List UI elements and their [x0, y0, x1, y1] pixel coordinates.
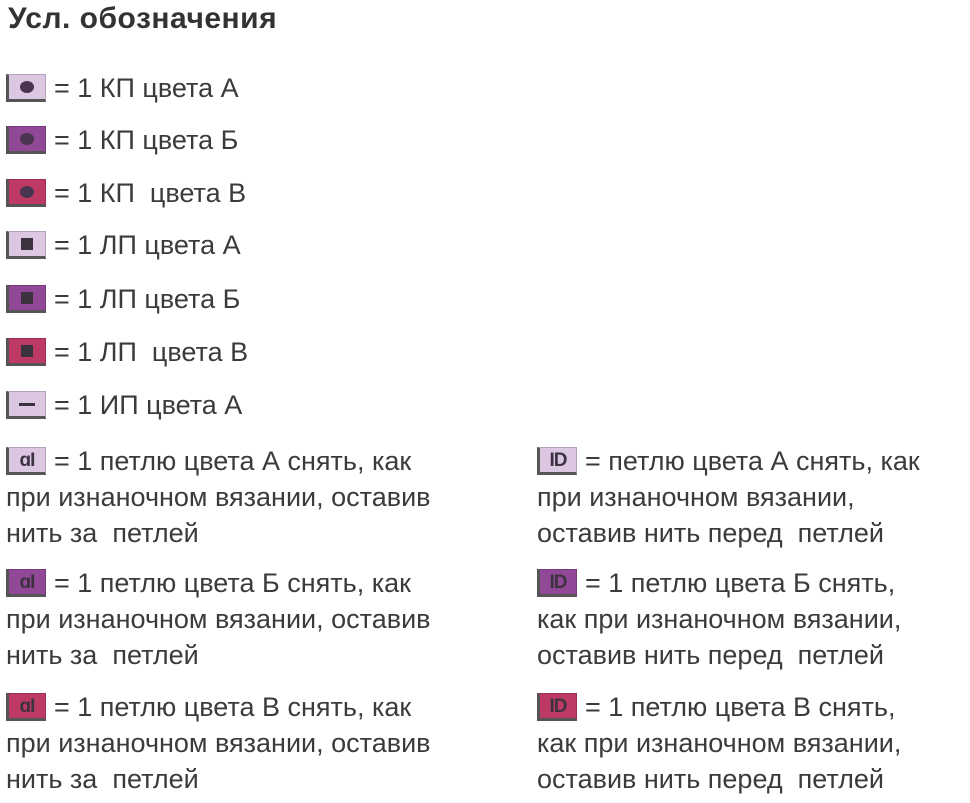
slip-back-icon: ɑI [19, 449, 36, 471]
legend-item-slip-back-a: ɑI = 1 петлю цвета А снять, как при изна… [6, 443, 431, 551]
legend-text: оставив нить перед петлей [537, 640, 884, 670]
legend-text: = 1 петлю цвета В снять, как [54, 692, 412, 722]
legend-item-knit-dot-b: = 1 КП цвета Б [6, 122, 238, 158]
legend-text: нить за петлей [6, 764, 199, 794]
legend-text: при изнаночном вязании, оставив [6, 728, 431, 758]
legend-text: нить за петлей [6, 518, 199, 548]
dash-icon [19, 402, 35, 406]
swatch-color-c [6, 338, 46, 366]
swatch-color-a [6, 231, 46, 259]
legend-item-dash-a: = 1 ИП цвета А [6, 387, 242, 423]
swatch-color-c: ID [537, 693, 577, 721]
swatch-color-c: ɑI [6, 693, 46, 721]
slip-back-icon: ɑI [19, 695, 36, 717]
legend-item-slip-back-c: ɑI = 1 петлю цвета В снять, как при изна… [6, 689, 431, 797]
legend-item-slip-front-c: ID = 1 петлю цвета В снять, как при изна… [537, 689, 901, 797]
legend-text: как при изнаночном вязании, [537, 728, 902, 758]
slip-back-icon: ɑI [19, 571, 36, 593]
legend-text: оставив нить перед петлей [537, 764, 884, 794]
legend-item-slip-back-b: ɑI = 1 петлю цвета Б снять, как при изна… [6, 565, 431, 673]
legend-text: = 1 петлю цвета Б снять, как [54, 568, 411, 598]
legend-item-slip-front-b: ID = 1 петлю цвета Б снять, как при изна… [537, 565, 901, 673]
legend-text: = 1 ЛП цвета А [54, 229, 241, 260]
legend-title: Усл. обозначения [8, 2, 278, 35]
legend-text: = 1 ЛП цвета В [54, 336, 249, 367]
legend-item-square-b: = 1 ЛП цвета Б [6, 281, 240, 317]
legend-text: = 1 петлю цвета Б снять, [585, 568, 896, 598]
swatch-color-a [6, 74, 46, 102]
legend-text: = 1 петлю цвета В снять, [585, 692, 896, 722]
legend-text: как при изнаночном вязании, [537, 604, 902, 634]
slip-front-icon: ID [549, 571, 568, 593]
legend-text: оставив нить перед петлей [537, 518, 884, 548]
dot-icon [20, 133, 34, 145]
legend-text: при изнаночном вязании, оставив [6, 482, 431, 512]
legend-item-square-a: = 1 ЛП цвета А [6, 227, 241, 263]
swatch-color-b: ɑI [6, 569, 46, 597]
swatch-color-b [6, 126, 46, 154]
legend-item-slip-front-a: ID = петлю цвета А снять, как при изнано… [537, 443, 920, 551]
legend-item-knit-dot-c: = 1 КП цвета В [6, 175, 246, 211]
legend-text: = 1 КП цвета Б [54, 124, 239, 155]
legend-text: = петлю цвета А снять, как [585, 446, 920, 476]
dot-icon [20, 81, 34, 93]
square-icon [21, 292, 33, 304]
legend-text: = 1 петлю цвета А снять, как [54, 446, 412, 476]
slip-front-icon: ID [549, 695, 568, 717]
swatch-color-a [6, 391, 46, 419]
swatch-color-a: ɑI [6, 447, 46, 475]
swatch-color-a: ID [537, 447, 577, 475]
square-icon [21, 345, 33, 357]
swatch-color-c [6, 179, 46, 207]
legend-item-square-c: = 1 ЛП цвета В [6, 334, 248, 370]
legend-text: = 1 КП цвета А [54, 72, 239, 103]
legend-item-knit-dot-a: = 1 КП цвета А [6, 70, 239, 106]
slip-front-icon: ID [549, 449, 568, 471]
legend-text: = 1 ИП цвета А [54, 389, 243, 420]
swatch-color-b: ID [537, 569, 577, 597]
legend-text: при изнаночном вязании, [537, 482, 855, 512]
legend-text: = 1 КП цвета В [54, 177, 247, 208]
dot-icon [20, 186, 34, 198]
legend-text: = 1 ЛП цвета Б [54, 283, 241, 314]
square-icon [21, 238, 33, 250]
legend-text: при изнаночном вязании, оставив [6, 604, 431, 634]
swatch-color-b [6, 285, 46, 313]
legend-text: нить за петлей [6, 640, 199, 670]
